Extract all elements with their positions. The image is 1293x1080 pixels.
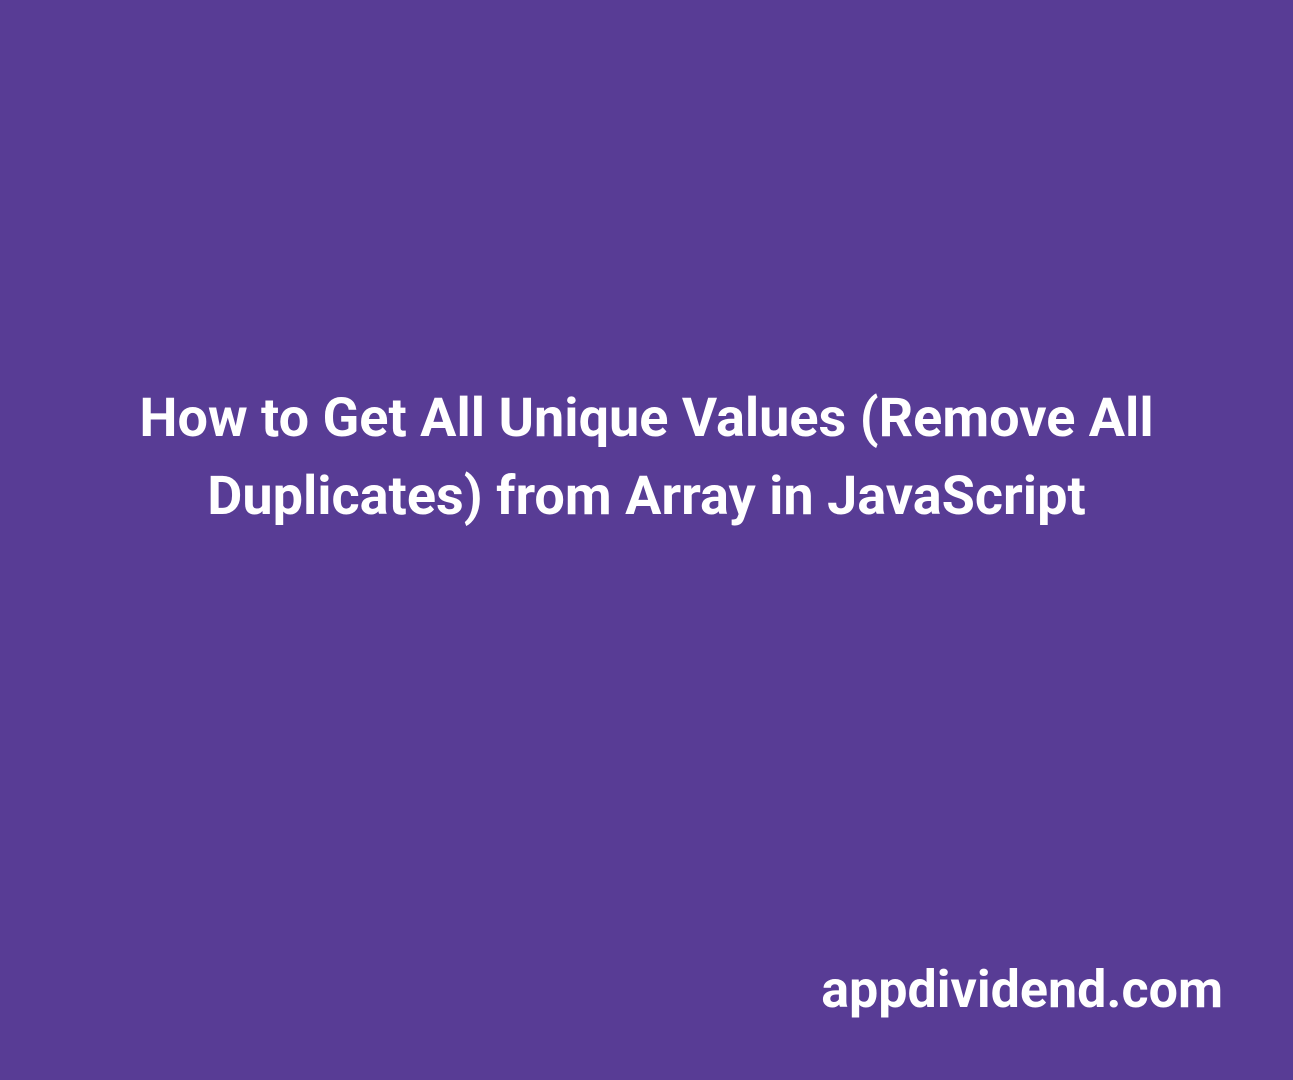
page-title: How to Get All Unique Values (Remove All…: [20, 380, 1273, 537]
site-name: appdividend.com: [821, 959, 1223, 1020]
